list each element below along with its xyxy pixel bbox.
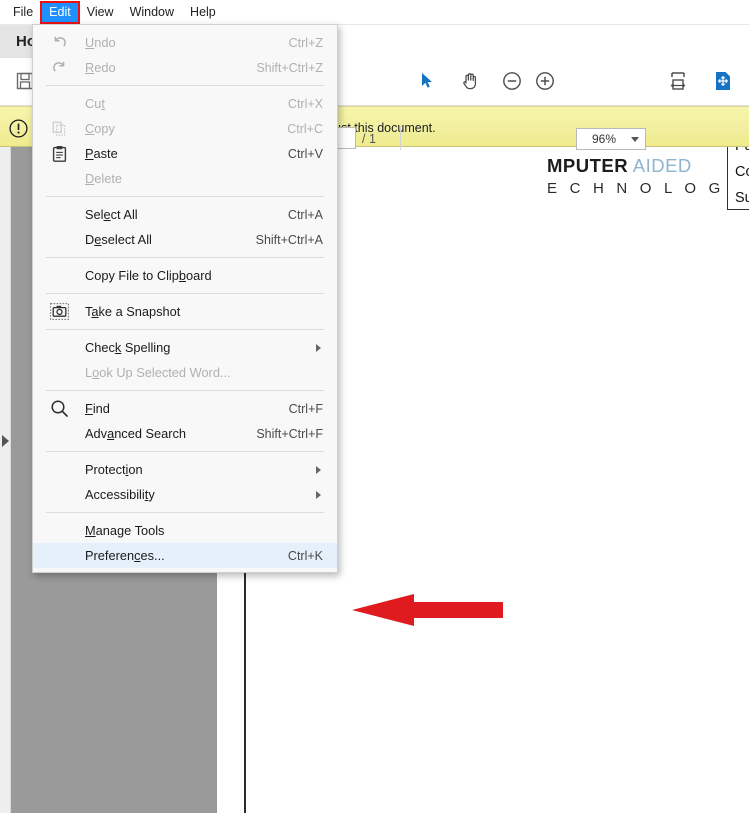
- menu-item-label: Delete: [85, 171, 122, 186]
- menu-item-look-up-selected-word: Look Up Selected Word...: [33, 360, 337, 385]
- menu-item-redo: Redo Shift+Ctrl+Z: [33, 55, 337, 80]
- chevron-right-icon: [316, 465, 337, 474]
- snapshot-camera-icon: [33, 303, 85, 320]
- navigation-pane-rail: [0, 147, 11, 813]
- menu-help[interactable]: Help: [183, 3, 223, 22]
- menu-bar: File Edit View Window Help: [0, 0, 749, 25]
- menu-item-shortcut: Ctrl+F: [288, 401, 323, 416]
- form-label-company-name: Company Name:: [735, 164, 749, 180]
- zoom-level-value: 96%: [591, 132, 617, 146]
- menu-separator: [46, 329, 324, 330]
- menu-item-label: Cut: [85, 96, 105, 111]
- menu-separator: [46, 293, 324, 294]
- page-count-label: / 1: [362, 132, 376, 146]
- menu-item-take-a-snapshot[interactable]: Take a Snapshot: [33, 299, 337, 324]
- form-row: Part Number: 4506-399: [728, 147, 749, 159]
- menu-item-shortcut: Ctrl+K: [287, 548, 323, 563]
- menu-item-label: Manage Tools: [85, 523, 165, 538]
- redo-icon: [33, 59, 85, 76]
- menu-item-label: Deselect All: [85, 232, 152, 247]
- menu-edit[interactable]: Edit: [40, 0, 80, 24]
- menu-item-accessibility[interactable]: Accessibility: [33, 482, 337, 507]
- menu-item-label: Undo: [85, 35, 116, 50]
- menu-item-label: Copy: [85, 121, 115, 136]
- cursor-arrow-icon[interactable]: [412, 66, 442, 96]
- menu-item-label: Find: [85, 401, 110, 416]
- menu-item-label: Preferences...: [85, 548, 165, 563]
- menu-item-select-all[interactable]: Select All Ctrl+A: [33, 202, 337, 227]
- menu-item-paste[interactable]: Paste Ctrl+V: [33, 141, 337, 166]
- hand-icon[interactable]: [455, 66, 485, 96]
- menu-item-cut: Cut Ctrl+X: [33, 91, 337, 116]
- search-icon: [33, 399, 85, 418]
- logo-line1-bold: MPUTER: [547, 155, 629, 176]
- acrobat-window: Ho / 1 96% rust this document. MPUTER AI…: [0, 0, 749, 813]
- menu-item-label: Select All: [85, 207, 138, 222]
- menu-item-label: Advanced Search: [85, 426, 187, 441]
- zoom-out-icon[interactable]: [497, 66, 527, 96]
- menu-item-delete: Delete: [33, 166, 337, 191]
- fit-width-icon[interactable]: [663, 66, 693, 96]
- pdf-form-box: Part Number: 4506-399 Company Name: Comp…: [727, 147, 749, 210]
- toolbar-divider: [400, 126, 401, 150]
- edit-dropdown-menu: Undo Ctrl+Z Redo Shift+Ctrl+Z Cut Ctrl+X Copy C…: [32, 24, 338, 573]
- paste-icon: [33, 145, 85, 163]
- chevron-down-icon: [631, 136, 639, 142]
- form-row: Company Name: Compute: [728, 159, 749, 185]
- menu-separator: [46, 512, 324, 513]
- menu-item-shortcut: Ctrl+X: [287, 96, 323, 111]
- menu-item-shortcut: Shift+Ctrl+F: [256, 426, 323, 441]
- menu-separator: [46, 390, 324, 391]
- zoom-in-icon[interactable]: [530, 66, 560, 96]
- logo-line2: E C H N O L O G Y: [547, 180, 747, 197]
- menu-item-label: Accessibility: [85, 487, 155, 502]
- menu-window[interactable]: Window: [123, 3, 181, 22]
- menu-item-check-spelling[interactable]: Check Spelling: [33, 335, 337, 360]
- menu-item-label: Paste: [85, 146, 118, 161]
- menu-item-copy-file-to-clipboard[interactable]: Copy File to Clipboard: [33, 263, 337, 288]
- expand-panel-icon[interactable]: [2, 435, 9, 447]
- menu-separator: [46, 85, 324, 86]
- logo-line1-light: AIDED: [628, 155, 692, 176]
- menu-item-label: Copy File to Clipboard: [85, 268, 212, 283]
- form-label-supplier-comments: Supplier Comments:: [735, 190, 749, 206]
- undo-icon: [33, 34, 85, 51]
- chevron-right-icon: [316, 343, 337, 352]
- menu-item-shortcut: Ctrl+Z: [288, 35, 323, 50]
- menu-item-copy: Copy Ctrl+C: [33, 116, 337, 141]
- menu-item-label: Redo: [85, 60, 116, 75]
- fit-page-icon[interactable]: [708, 66, 738, 96]
- menu-item-shortcut: Ctrl+A: [287, 207, 323, 222]
- company-logo: MPUTER AIDED E C H N O L O G Y: [547, 154, 747, 200]
- chevron-right-icon: [316, 490, 337, 499]
- menu-item-preferences[interactable]: Preferences... Ctrl+K: [33, 543, 337, 568]
- red-arrow-annotation: [352, 592, 503, 628]
- menu-separator: [46, 451, 324, 452]
- form-label-part-number: Part Number:: [728, 147, 749, 154]
- menu-item-shortcut: Shift+Ctrl+Z: [256, 60, 323, 75]
- menu-separator: [46, 196, 324, 197]
- menu-item-shortcut: Shift+Ctrl+A: [255, 232, 323, 247]
- menu-item-undo: Undo Ctrl+Z: [33, 30, 337, 55]
- menu-item-advanced-search[interactable]: Advanced Search Shift+Ctrl+F: [33, 421, 337, 446]
- menu-item-protection[interactable]: Protection: [33, 457, 337, 482]
- zoom-level-select[interactable]: 96%: [576, 128, 646, 150]
- menu-item-shortcut: Ctrl+V: [287, 146, 323, 161]
- menu-item-find[interactable]: Find Ctrl+F: [33, 396, 337, 421]
- menu-view[interactable]: View: [80, 3, 121, 22]
- menu-item-label: Check Spelling: [85, 340, 171, 355]
- menu-file[interactable]: File: [6, 3, 40, 22]
- menu-item-deselect-all[interactable]: Deselect All Shift+Ctrl+A: [33, 227, 337, 252]
- menu-separator: [46, 257, 324, 258]
- copy-icon: [33, 120, 85, 137]
- menu-item-label: Protection: [85, 462, 143, 477]
- warning-icon: [9, 119, 28, 138]
- menu-item-shortcut: Ctrl+C: [287, 121, 323, 136]
- menu-item-label: Look Up Selected Word...: [85, 365, 231, 380]
- form-row: Supplier Comments:: [728, 185, 749, 209]
- menu-item-label: Take a Snapshot: [85, 304, 181, 319]
- menu-item-manage-tools[interactable]: Manage Tools: [33, 518, 337, 543]
